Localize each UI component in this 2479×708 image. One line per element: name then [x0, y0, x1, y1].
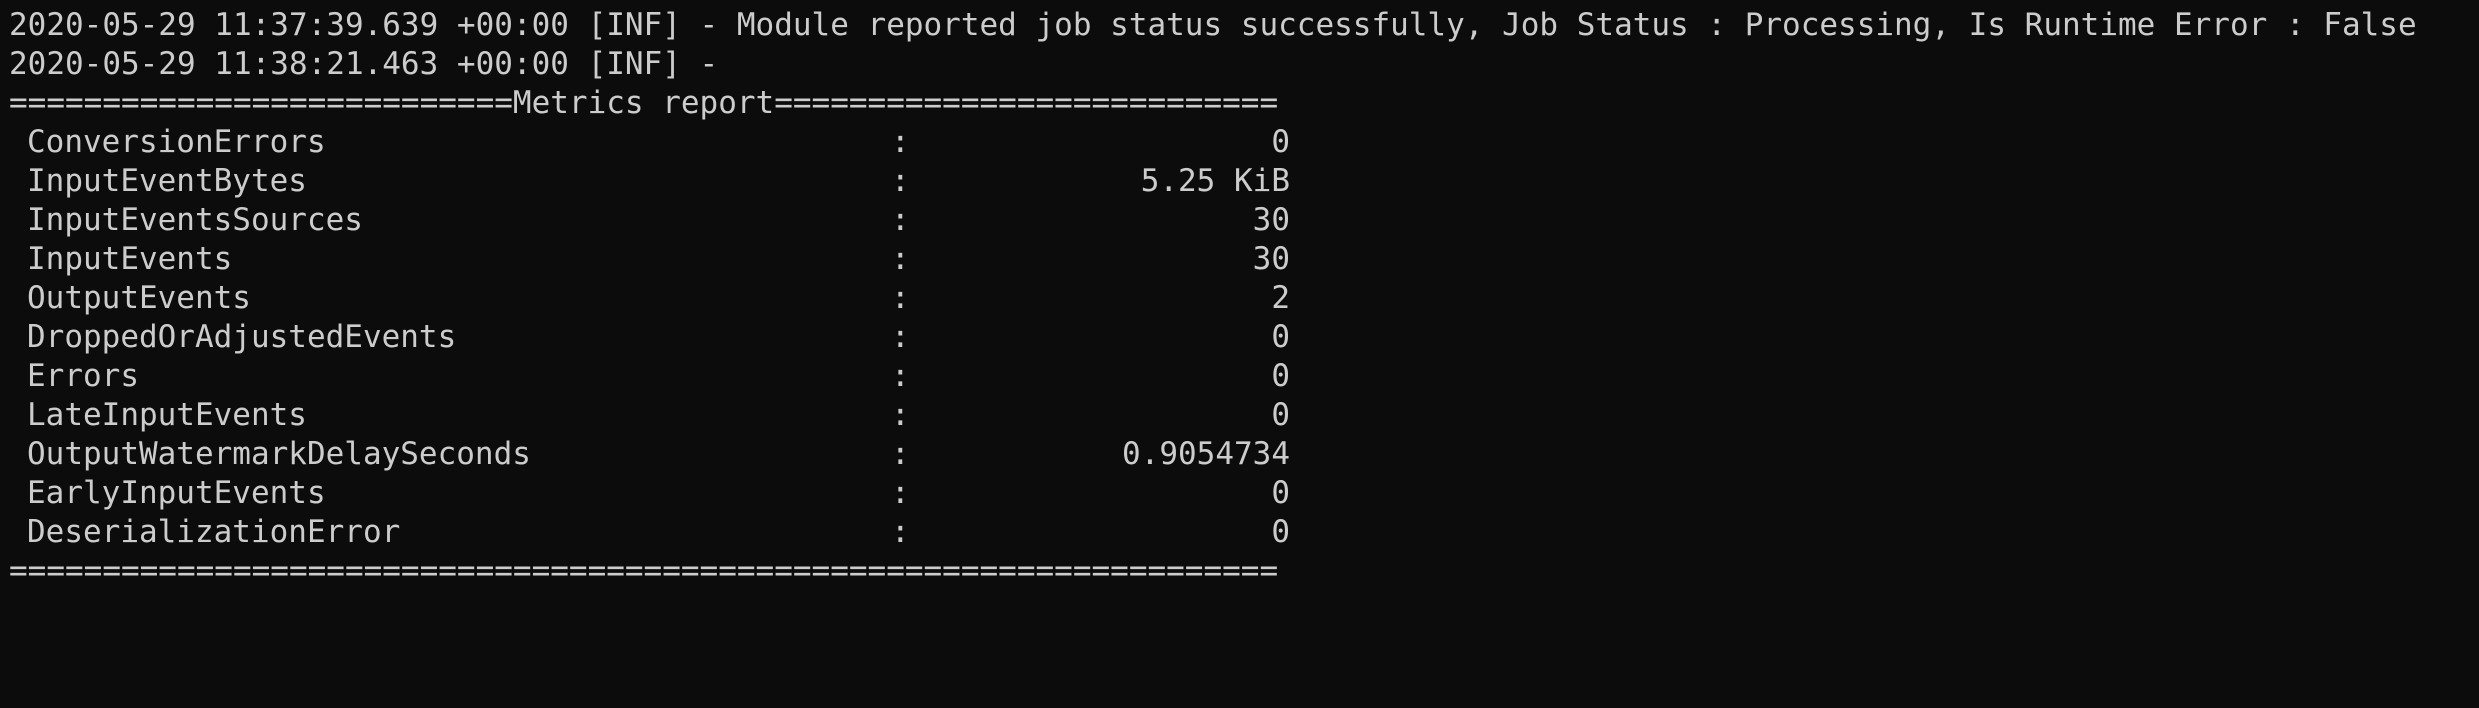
metric-value: 0: [1271, 475, 1290, 511]
metric-value: 0: [1271, 358, 1290, 394]
metric-value: 0: [1271, 319, 1290, 355]
metric-separator: :: [891, 124, 910, 160]
metric-name: Errors: [27, 358, 139, 394]
metric-value: 0: [1271, 514, 1290, 550]
metric-name: EarlyInputEvents: [27, 475, 326, 511]
metric-row-early-input-events: EarlyInputEvents : 0: [9, 474, 2479, 513]
metric-separator: :: [891, 475, 910, 511]
metric-value: 0.9054734: [1122, 436, 1290, 472]
metric-row-output-events: OutputEvents : 2: [9, 279, 2479, 318]
metric-separator: :: [891, 397, 910, 433]
metric-name: InputEvents: [27, 241, 233, 277]
metric-value: 30: [1252, 241, 1290, 277]
metric-value: 30: [1252, 202, 1290, 238]
metric-row-output-watermark-delay-seconds: OutputWatermarkDelaySeconds : 0.9054734: [9, 435, 2479, 474]
metric-value: 0: [1271, 397, 1290, 433]
metric-separator: :: [891, 436, 910, 472]
metric-separator: :: [891, 163, 910, 199]
metric-separator: :: [891, 319, 910, 355]
metric-value: 0: [1271, 124, 1290, 160]
metric-row-conversion-errors: ConversionErrors : 0: [9, 123, 2479, 162]
terminal-window[interactable]: 2020-05-29 11:37:39.639 +00:00 [INF] - M…: [0, 0, 2479, 613]
metric-separator: :: [891, 202, 910, 238]
metric-value: 2: [1271, 280, 1290, 316]
metric-name: ConversionErrors: [27, 124, 326, 160]
metric-row-deserialization-error: DeserializationError : 0: [9, 513, 2479, 552]
metric-value: 5.25 KiB: [1140, 163, 1290, 199]
metric-name: LateInputEvents: [27, 397, 307, 433]
metric-name: OutputEvents: [27, 280, 251, 316]
metric-separator: :: [891, 358, 910, 394]
metric-separator: :: [891, 514, 910, 550]
metric-separator: :: [891, 241, 910, 277]
metric-row-dropped-or-adjusted-events: DroppedOrAdjustedEvents : 0: [9, 318, 2479, 357]
metric-name: DroppedOrAdjustedEvents: [27, 319, 457, 355]
metric-name: InputEventsSources: [27, 202, 363, 238]
metric-row-input-events: InputEvents : 30: [9, 240, 2479, 279]
metric-row-errors: Errors : 0: [9, 357, 2479, 396]
metrics-report-header: ===========================Metrics repor…: [9, 85, 1279, 121]
metric-row-late-input-events: LateInputEvents : 0: [9, 396, 2479, 435]
metric-name: DeserializationError: [27, 514, 401, 550]
log-line-job-status: 2020-05-29 11:37:39.639 +00:00 [INF] - M…: [9, 7, 2417, 43]
metric-row-input-event-bytes: InputEventBytes : 5.25 KiB: [9, 162, 2479, 201]
metric-name: OutputWatermarkDelaySeconds: [27, 436, 531, 472]
metric-separator: :: [891, 280, 910, 316]
metric-name: InputEventBytes: [27, 163, 307, 199]
metrics-report-footer: ========================================…: [9, 553, 1279, 589]
log-line-metrics-timestamp: 2020-05-29 11:38:21.463 +00:00 [INF] -: [9, 46, 719, 82]
metric-row-input-events-sources: InputEventsSources : 30: [9, 201, 2479, 240]
